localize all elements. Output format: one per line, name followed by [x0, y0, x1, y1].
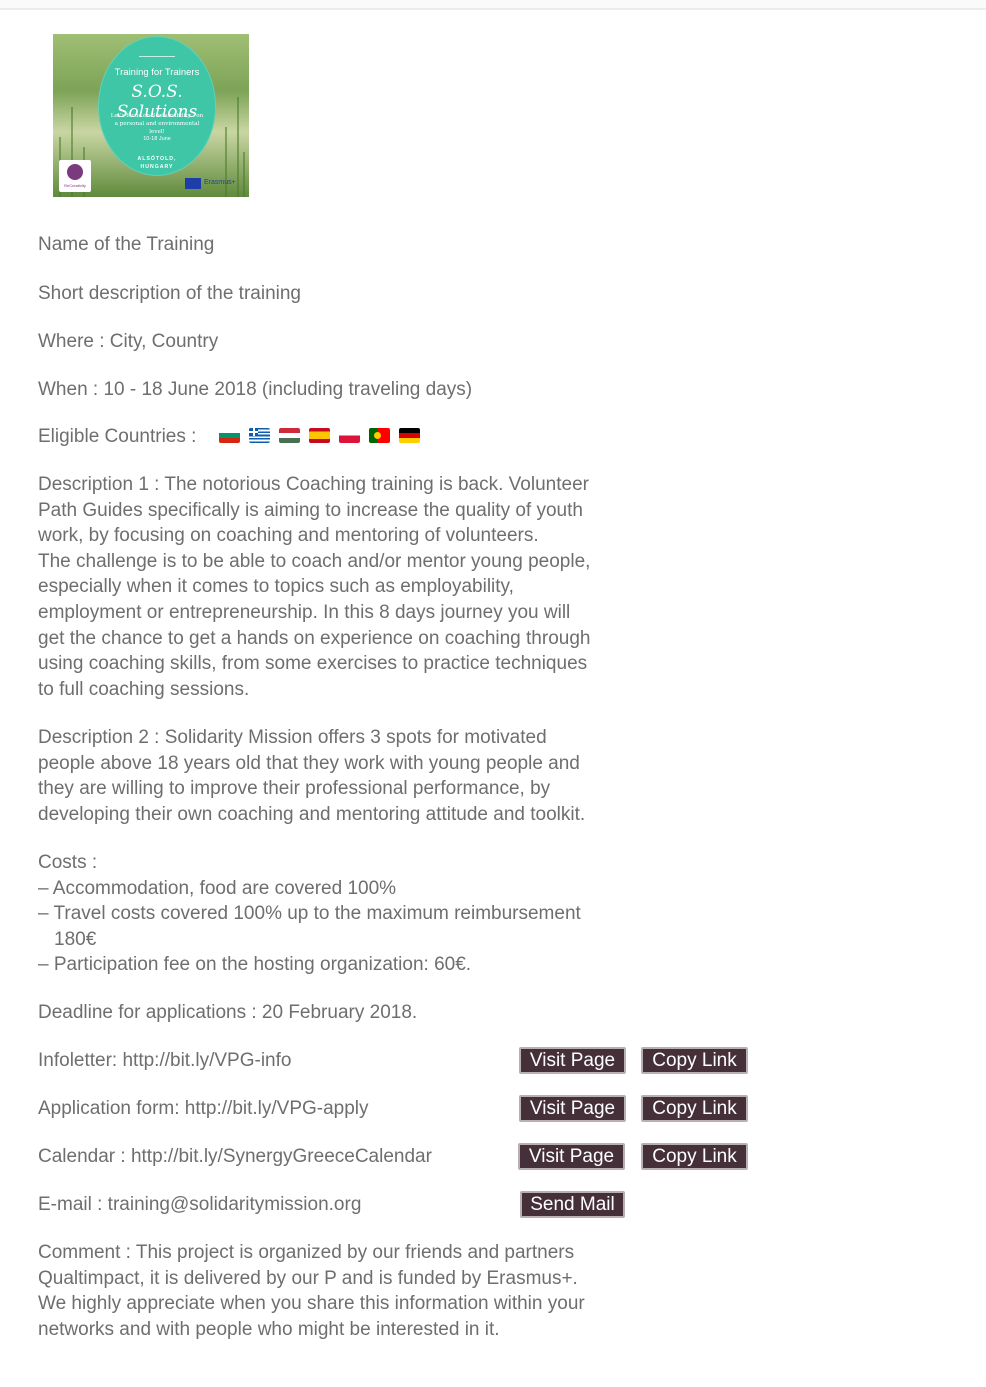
calendar-copy-link-button[interactable]: Copy Link	[641, 1143, 748, 1170]
cost-item: – Participation fee on the hosting organ…	[38, 954, 472, 976]
comment: Comment : This project is organized by o…	[38, 1242, 585, 1340]
poster-dates: 10-18 June	[143, 136, 171, 142]
poster-place: ALSÓTOLD, HUNGARY	[137, 156, 177, 170]
email-text: E-mail : training@solidaritymission.org	[38, 1194, 362, 1215]
poster-description: Let's focus on Sustainability - on a per…	[110, 113, 204, 135]
application-deadline: Deadline for applications : 20 February …	[38, 1002, 418, 1023]
portugal-flag-icon	[369, 428, 390, 443]
training-when: When : 10 - 18 June 2018 (including trav…	[38, 379, 473, 400]
spain-flag-icon	[309, 428, 330, 443]
eligible-countries-label: Eligible Countries :	[38, 426, 197, 447]
cost-item-continuation: 180€	[54, 928, 97, 950]
cost-item: – Travel costs covered 100% up to the ma…	[38, 903, 581, 925]
costs-section: Costs : – Accommodation, food are covere…	[38, 850, 678, 978]
description-2: Description 2 : Solidarity Mission offer…	[38, 727, 586, 825]
training-short-description: Short description of the training	[38, 283, 301, 304]
germany-flag-icon	[399, 428, 420, 443]
infoletter-visit-page-button[interactable]: Visit Page	[519, 1047, 626, 1074]
poster-subtitle: Training for Trainers	[114, 67, 200, 78]
application-form-copy-link-button[interactable]: Copy Link	[641, 1095, 748, 1122]
poland-flag-icon	[339, 428, 360, 443]
cost-item: – Accommodation, food are covered 100%	[38, 877, 397, 899]
description-1: Description 1 : The notorious Coaching t…	[38, 474, 591, 700]
training-poster-image: Training for Trainers S.O.S. Solutions L…	[53, 34, 249, 197]
bulgaria-flag-icon	[219, 428, 240, 443]
training-name: Name of the Training	[38, 234, 215, 255]
hungary-flag-icon	[279, 428, 300, 443]
infoletter-copy-link-button[interactable]: Copy Link	[641, 1047, 748, 1074]
costs-title: Costs :	[38, 852, 98, 873]
application-form-link-text: Application form: http://bit.ly/VPG-appl…	[38, 1098, 369, 1119]
training-where: Where : City, Country	[38, 331, 219, 352]
greece-flag-icon	[249, 428, 270, 443]
send-mail-button[interactable]: Send Mail	[520, 1191, 625, 1218]
recreativity-logo: ReCreativity	[59, 160, 91, 192]
top-divider	[0, 0, 986, 10]
application-form-visit-page-button[interactable]: Visit Page	[519, 1095, 626, 1122]
calendar-visit-page-button[interactable]: Visit Page	[518, 1143, 625, 1170]
infoletter-link-text: Infoletter: http://bit.ly/VPG-info	[38, 1050, 292, 1071]
calendar-link-text: Calendar : http://bit.ly/SynergyGreeceCa…	[38, 1146, 432, 1167]
